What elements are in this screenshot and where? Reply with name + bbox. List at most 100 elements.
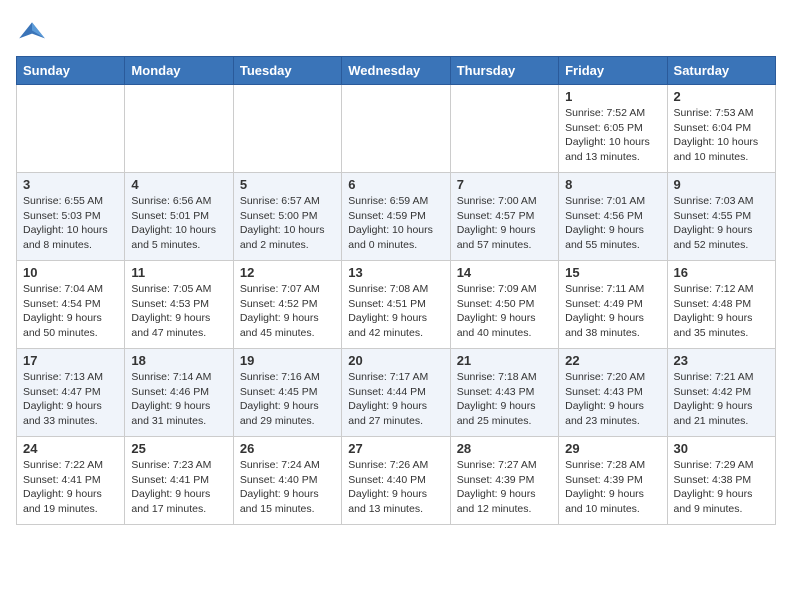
day-number: 5 (240, 177, 335, 192)
day-info: Sunrise: 7:00 AM Sunset: 4:57 PM Dayligh… (457, 194, 552, 253)
day-info: Sunrise: 7:07 AM Sunset: 4:52 PM Dayligh… (240, 282, 335, 341)
day-info: Sunrise: 7:20 AM Sunset: 4:43 PM Dayligh… (565, 370, 660, 429)
calendar-cell: 12 Sunrise: 7:07 AM Sunset: 4:52 PM Dayli… (233, 261, 341, 349)
day-info: Sunrise: 7:08 AM Sunset: 4:51 PM Dayligh… (348, 282, 443, 341)
calendar-cell (233, 85, 341, 173)
calendar-week-1: 1 Sunrise: 7:52 AM Sunset: 6:05 PM Daylig… (17, 85, 776, 173)
calendar-cell: 11 Sunrise: 7:05 AM Sunset: 4:53 PM Dayli… (125, 261, 233, 349)
day-number: 11 (131, 265, 226, 280)
column-header-tuesday: Tuesday (233, 57, 341, 85)
column-header-wednesday: Wednesday (342, 57, 450, 85)
day-info: Sunrise: 7:23 AM Sunset: 4:41 PM Dayligh… (131, 458, 226, 517)
day-number: 6 (348, 177, 443, 192)
day-number: 8 (565, 177, 660, 192)
day-info: Sunrise: 7:22 AM Sunset: 4:41 PM Dayligh… (23, 458, 118, 517)
calendar-cell: 18Sunrise: 7:14 AM Sunset: 4:46 PM Dayli… (125, 349, 233, 437)
calendar-cell: 24 Sunrise: 7:22 AM Sunset: 4:41 PM Dayli… (17, 437, 125, 525)
calendar-week-4: 17 Sunrise: 7:13 AM Sunset: 4:47 PM Dayli… (17, 349, 776, 437)
day-number: 15 (565, 265, 660, 280)
calendar-cell: 9 Sunrise: 7:03 AM Sunset: 4:55 PM Daylig… (667, 173, 775, 261)
calendar-cell: 8 Sunrise: 7:01 AM Sunset: 4:56 PM Daylig… (559, 173, 667, 261)
day-info: Sunrise: 7:17 AM Sunset: 4:44 PM Dayligh… (348, 370, 443, 429)
calendar-cell: 21 Sunrise: 7:18 AM Sunset: 4:43 PM Dayli… (450, 349, 558, 437)
day-number: 3 (23, 177, 118, 192)
calendar-cell: 5 Sunrise: 6:57 AM Sunset: 5:00 PM Daylig… (233, 173, 341, 261)
day-info: Sunrise: 7:16 AM Sunset: 4:45 PM Dayligh… (240, 370, 335, 429)
calendar-header-row: SundayMondayTuesdayWednesdayThursdayFrid… (17, 57, 776, 85)
day-info: Sunrise: 7:27 AM Sunset: 4:39 PM Dayligh… (457, 458, 552, 517)
column-header-friday: Friday (559, 57, 667, 85)
day-number: 9 (674, 177, 769, 192)
day-info: Sunrise: 7:26 AM Sunset: 4:40 PM Dayligh… (348, 458, 443, 517)
calendar-cell: 28 Sunrise: 7:27 AM Sunset: 4:39 PM Dayli… (450, 437, 558, 525)
day-info: Sunrise: 6:57 AM Sunset: 5:00 PM Dayligh… (240, 194, 335, 253)
day-info: Sunrise: 7:05 AM Sunset: 4:53 PM Dayligh… (131, 282, 226, 341)
calendar-cell: 16 Sunrise: 7:12 AM Sunset: 4:48 PM Dayli… (667, 261, 775, 349)
day-info: Sunrise: 6:59 AM Sunset: 4:59 PM Dayligh… (348, 194, 443, 253)
day-info: Sunrise: 7:29 AM Sunset: 4:38 PM Dayligh… (674, 458, 769, 517)
day-info: Sunrise: 7:28 AM Sunset: 4:39 PM Dayligh… (565, 458, 660, 517)
calendar-cell: 23Sunrise: 7:21 AM Sunset: 4:42 PM Dayli… (667, 349, 775, 437)
day-info: Sunrise: 7:13 AM Sunset: 4:47 PM Dayligh… (23, 370, 118, 429)
calendar-cell: 20 Sunrise: 7:17 AM Sunset: 4:44 PM Dayli… (342, 349, 450, 437)
day-number: 29 (565, 441, 660, 456)
calendar-cell (342, 85, 450, 173)
calendar-cell: 29 Sunrise: 7:28 AM Sunset: 4:39 PM Dayli… (559, 437, 667, 525)
calendar-cell: 15 Sunrise: 7:11 AM Sunset: 4:49 PM Dayli… (559, 261, 667, 349)
day-number: 10 (23, 265, 118, 280)
calendar-cell: 19Sunrise: 7:16 AM Sunset: 4:45 PM Dayli… (233, 349, 341, 437)
column-header-sunday: Sunday (17, 57, 125, 85)
day-number: 17 (23, 353, 118, 368)
day-number: 1 (565, 89, 660, 104)
calendar-cell: 14Sunrise: 7:09 AM Sunset: 4:50 PM Dayli… (450, 261, 558, 349)
calendar-cell (450, 85, 558, 173)
calendar-cell: 30Sunrise: 7:29 AM Sunset: 4:38 PM Dayli… (667, 437, 775, 525)
day-number: 20 (348, 353, 443, 368)
day-number: 26 (240, 441, 335, 456)
calendar-week-2: 3 Sunrise: 6:55 AM Sunset: 5:03 PM Daylig… (17, 173, 776, 261)
day-number: 21 (457, 353, 552, 368)
day-info: Sunrise: 7:04 AM Sunset: 4:54 PM Dayligh… (23, 282, 118, 341)
day-number: 18 (131, 353, 226, 368)
calendar-cell: 25 Sunrise: 7:23 AM Sunset: 4:41 PM Dayli… (125, 437, 233, 525)
calendar-cell: 10 Sunrise: 7:04 AM Sunset: 4:54 PM Dayli… (17, 261, 125, 349)
day-number: 16 (674, 265, 769, 280)
day-info: Sunrise: 6:56 AM Sunset: 5:01 PM Dayligh… (131, 194, 226, 253)
column-header-monday: Monday (125, 57, 233, 85)
calendar-cell: 7 Sunrise: 7:00 AM Sunset: 4:57 PM Daylig… (450, 173, 558, 261)
calendar-cell: 6 Sunrise: 6:59 AM Sunset: 4:59 PM Daylig… (342, 173, 450, 261)
day-info: Sunrise: 6:55 AM Sunset: 5:03 PM Dayligh… (23, 194, 118, 253)
page-header (16, 16, 776, 48)
day-number: 24 (23, 441, 118, 456)
day-number: 4 (131, 177, 226, 192)
day-number: 12 (240, 265, 335, 280)
calendar-cell: 17 Sunrise: 7:13 AM Sunset: 4:47 PM Dayli… (17, 349, 125, 437)
day-number: 25 (131, 441, 226, 456)
day-number: 2 (674, 89, 769, 104)
calendar-cell: 26 Sunrise: 7:24 AM Sunset: 4:40 PM Dayli… (233, 437, 341, 525)
day-info: Sunrise: 7:21 AM Sunset: 4:42 PM Dayligh… (674, 370, 769, 429)
day-info: Sunrise: 7:12 AM Sunset: 4:48 PM Dayligh… (674, 282, 769, 341)
calendar-cell: 27 Sunrise: 7:26 AM Sunset: 4:40 PM Dayli… (342, 437, 450, 525)
day-info: Sunrise: 7:11 AM Sunset: 4:49 PM Dayligh… (565, 282, 660, 341)
day-info: Sunrise: 7:18 AM Sunset: 4:43 PM Dayligh… (457, 370, 552, 429)
calendar-cell: 3 Sunrise: 6:55 AM Sunset: 5:03 PM Daylig… (17, 173, 125, 261)
logo (16, 16, 52, 48)
day-number: 7 (457, 177, 552, 192)
calendar-cell: 22 Sunrise: 7:20 AM Sunset: 4:43 PM Dayli… (559, 349, 667, 437)
day-number: 22 (565, 353, 660, 368)
calendar-table: SundayMondayTuesdayWednesdayThursdayFrid… (16, 56, 776, 525)
day-info: Sunrise: 7:01 AM Sunset: 4:56 PM Dayligh… (565, 194, 660, 253)
day-number: 27 (348, 441, 443, 456)
logo-icon (16, 16, 48, 48)
calendar-week-5: 24 Sunrise: 7:22 AM Sunset: 4:41 PM Dayli… (17, 437, 776, 525)
column-header-thursday: Thursday (450, 57, 558, 85)
day-number: 28 (457, 441, 552, 456)
calendar-cell (17, 85, 125, 173)
column-header-saturday: Saturday (667, 57, 775, 85)
calendar-cell: 2Sunrise: 7:53 AM Sunset: 6:04 PM Daylig… (667, 85, 775, 173)
day-info: Sunrise: 7:24 AM Sunset: 4:40 PM Dayligh… (240, 458, 335, 517)
day-info: Sunrise: 7:03 AM Sunset: 4:55 PM Dayligh… (674, 194, 769, 253)
day-info: Sunrise: 7:52 AM Sunset: 6:05 PM Dayligh… (565, 106, 660, 165)
calendar-week-3: 10 Sunrise: 7:04 AM Sunset: 4:54 PM Dayli… (17, 261, 776, 349)
